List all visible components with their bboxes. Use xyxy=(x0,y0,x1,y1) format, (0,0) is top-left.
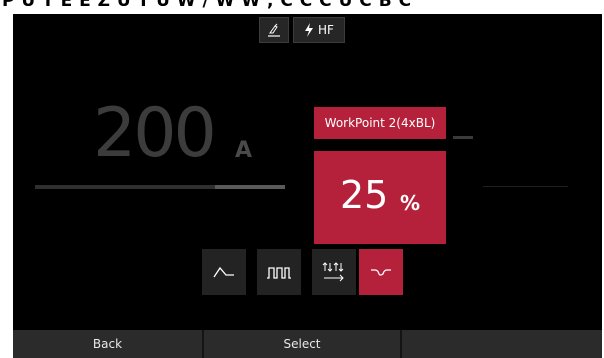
select-button[interactable]: Select xyxy=(204,330,402,358)
workpoint-value-box[interactable]: 25 % xyxy=(314,151,446,244)
current-unit: A xyxy=(235,138,253,163)
current-value: 200 xyxy=(93,94,217,173)
workpoint-title[interactable]: WorkPoint 2(4xBL) xyxy=(314,107,446,139)
ramp-wave-icon xyxy=(213,266,234,278)
hf-label: HF xyxy=(318,23,334,37)
hf-mode-button[interactable]: HF xyxy=(293,17,345,43)
polarity-arrows-icon xyxy=(322,262,344,282)
pulse-wave-button[interactable] xyxy=(257,249,301,295)
decorative-dash xyxy=(453,136,473,139)
torch-icon-button[interactable] xyxy=(259,17,289,43)
ac-wave-button[interactable] xyxy=(359,249,403,295)
welder-screen: HF 200 A WorkPoint 2(4xBL) 25 % Back Sel… xyxy=(13,14,602,358)
ramp-wave-button[interactable] xyxy=(202,249,246,295)
top-banner: P U T E E Z U T U W / W W , C C C U C B … xyxy=(0,0,604,14)
soft-key-bar: Back Select xyxy=(13,330,602,358)
lightning-icon xyxy=(305,23,314,37)
banner-text: P U T E E Z U T U W / W W , C C C U C B … xyxy=(2,0,412,11)
polarity-button[interactable] xyxy=(312,249,356,295)
workpoint-value: 25 xyxy=(340,173,389,217)
torch-icon xyxy=(268,23,280,37)
workpoint-unit: % xyxy=(400,191,421,215)
back-button[interactable]: Back xyxy=(13,330,204,358)
ac-wave-icon xyxy=(371,269,391,276)
right-track xyxy=(483,186,568,187)
current-track-left xyxy=(35,185,215,189)
current-track-active xyxy=(215,185,285,189)
pulse-wave-icon xyxy=(267,267,291,279)
third-soft-key[interactable] xyxy=(402,330,602,358)
